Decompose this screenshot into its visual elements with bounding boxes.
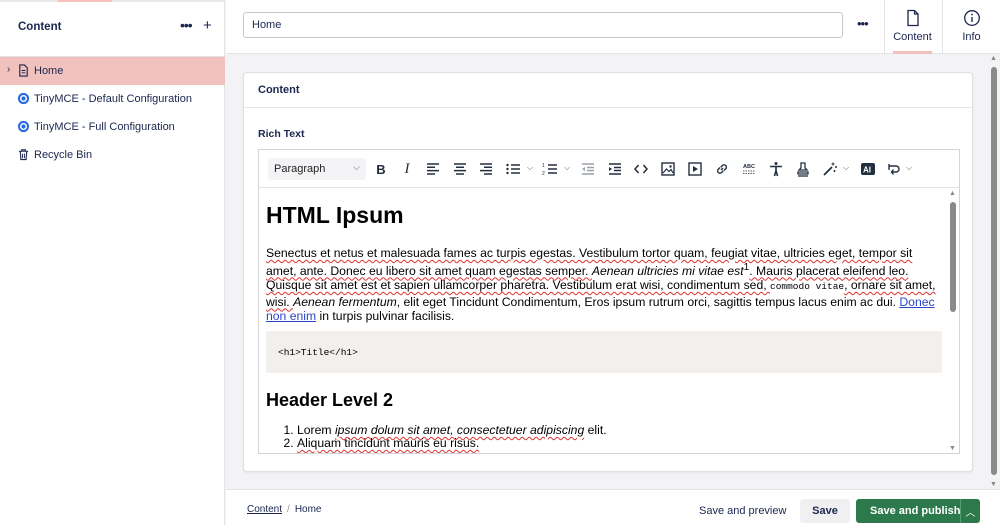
active-tab-indicator (893, 51, 932, 54)
para-inline-code: commodo vitae (770, 281, 844, 292)
para-emphasis-2: Aenean fermentum (293, 295, 397, 309)
workspace-footer: Content/Home Save and preview Save Save … (226, 489, 1000, 525)
list-item-text: elit. (584, 423, 606, 437)
tab-label: Info (962, 31, 980, 43)
more-options-icon[interactable]: ••• (180, 17, 192, 33)
tree-item-label: TinyMCE - Full Configuration (34, 121, 175, 133)
editor-scrollbar[interactable]: ▲ ▼ (949, 190, 957, 452)
save-button[interactable]: Save (800, 499, 850, 523)
breadcrumb: Content / Home (247, 504, 322, 515)
svg-text:1: 1 (542, 163, 545, 169)
svg-text:2: 2 (542, 171, 545, 177)
blue-circle-icon (17, 92, 30, 105)
breadcrumb-separator: / (287, 504, 290, 515)
scrollbar-thumb[interactable] (991, 67, 997, 475)
info-icon (963, 9, 981, 27)
card-title: Content (258, 84, 300, 96)
accessibility-icon[interactable] (767, 160, 785, 178)
para-emphasis-1: Aenean ultricies mi vitae est (592, 264, 744, 278)
chevron-down-icon: ⌵ (353, 162, 360, 173)
trash-icon (17, 148, 30, 161)
tab-label: Content (893, 31, 932, 43)
sidebar: Content ••• + › Home TinyMCE - Default C… (0, 0, 225, 525)
content-paragraph: Senectus et netus et malesuada fames ac … (266, 246, 936, 324)
document-name-input[interactable] (243, 12, 843, 38)
indent-icon[interactable] (606, 160, 624, 178)
magic-wand-icon[interactable] (821, 160, 839, 178)
card-header: Content (244, 73, 972, 108)
stamp-icon[interactable] (794, 160, 812, 178)
chevron-down-icon[interactable]: ⌵ (564, 163, 570, 173)
breadcrumb-current: Home (295, 504, 322, 515)
svg-text:AI: AI (863, 166, 871, 175)
image-icon[interactable] (659, 160, 677, 178)
list-item-emphasis: ipsum dolum sit amet, consectetuer adipi… (335, 423, 584, 437)
sidebar-header: Content ••• + (0, 0, 225, 57)
numbered-list-icon[interactable]: 12 (541, 160, 559, 178)
add-icon[interactable]: + (203, 17, 212, 34)
list-item: Aliquam tincidunt mauris eu risus. (297, 437, 607, 450)
document-icon (904, 9, 922, 27)
tab-content[interactable]: Content (884, 0, 940, 54)
tree-item-home[interactable]: › Home (0, 57, 225, 85)
list-item-text: Aliquam tincidunt mauris eu risus. (297, 436, 479, 450)
bold-icon[interactable]: B (372, 160, 390, 178)
main-workspace: Content Rich Text Paragraph ⌵ B I ⌵ 12 ⌵ (226, 55, 1000, 488)
svg-text:ABC: ABC (743, 164, 755, 170)
tree-item-label: TinyMCE - Default Configuration (34, 93, 192, 105)
chevron-up-icon[interactable]: ︿ (960, 499, 980, 523)
scroll-down-icon[interactable]: ▼ (949, 445, 956, 452)
scrollbar-thumb[interactable] (950, 202, 956, 312)
media-icon[interactable] (686, 160, 704, 178)
tab-info[interactable]: Info (942, 0, 1000, 54)
editor-toolbar: Paragraph ⌵ B I ⌵ 12 ⌵ ABC (259, 150, 959, 188)
outdent-icon[interactable] (579, 160, 597, 178)
scroll-down-icon[interactable]: ▼ (990, 481, 997, 488)
tree-item-recycle-bin[interactable]: Recycle Bin (0, 141, 225, 169)
text-direction-icon[interactable] (885, 160, 903, 178)
content-heading-2: Header Level 2 (266, 390, 393, 411)
para-text-4: , elit eget Tincidunt Condimentum, Eros … (397, 295, 900, 309)
blue-circle-icon (17, 120, 30, 133)
block-format-select[interactable]: Paragraph ⌵ (268, 158, 366, 180)
chevron-down-icon[interactable]: ⌵ (906, 163, 912, 173)
content-tree: › Home TinyMCE - Default Configuration T… (0, 57, 225, 169)
content-heading-1: HTML Ipsum (266, 202, 404, 229)
ordered-list: Lorem ipsum dolum sit amet, consectetuer… (297, 424, 607, 450)
align-left-icon[interactable] (424, 160, 442, 178)
tree-item-label: Recycle Bin (34, 149, 92, 161)
tree-item-label: Home (34, 65, 63, 77)
block-format-value: Paragraph (274, 163, 325, 175)
chevron-down-icon[interactable]: ⌵ (527, 163, 533, 173)
tree-item-tinymce-full[interactable]: TinyMCE - Full Configuration (0, 113, 225, 141)
code-icon[interactable] (632, 160, 650, 178)
chevron-right-icon[interactable]: › (7, 64, 10, 75)
chevron-down-icon[interactable]: ⌵ (843, 163, 849, 173)
list-item-text: Lorem (297, 423, 335, 437)
link-icon[interactable] (713, 160, 731, 178)
editor-content-area[interactable]: HTML Ipsum Senectus et netus et malesuad… (259, 188, 949, 453)
scroll-up-icon[interactable]: ▲ (990, 55, 997, 62)
align-center-icon[interactable] (451, 160, 469, 178)
document-icon (17, 64, 30, 77)
code-block: <h1>Title</h1> (266, 331, 942, 373)
scroll-up-icon[interactable]: ▲ (949, 190, 956, 197)
content-group-card: Content Rich Text Paragraph ⌵ B I ⌵ 12 ⌵ (243, 72, 973, 472)
italic-icon[interactable]: I (398, 160, 416, 178)
align-right-icon[interactable] (477, 160, 495, 178)
para-text-5: in turpis pulvinar facilisis. (316, 309, 454, 323)
sidebar-title: Content (18, 21, 61, 33)
page-scrollbar[interactable]: ▲ ▼ (990, 55, 998, 488)
breadcrumb-content-link[interactable]: Content (247, 504, 282, 515)
workspace-header: ••• Content Info (226, 0, 1000, 54)
rich-text-label: Rich Text (258, 128, 304, 140)
bullet-list-icon[interactable] (504, 160, 522, 178)
save-and-preview-button[interactable]: Save and preview (689, 499, 796, 523)
ai-icon[interactable]: AI (859, 160, 877, 178)
tree-item-tinymce-default[interactable]: TinyMCE - Default Configuration (0, 85, 225, 113)
spellcheck-icon[interactable]: ABC (740, 160, 758, 178)
more-actions-icon[interactable]: ••• (857, 16, 868, 31)
rich-text-editor[interactable]: Paragraph ⌵ B I ⌵ 12 ⌵ ABC (258, 149, 960, 454)
